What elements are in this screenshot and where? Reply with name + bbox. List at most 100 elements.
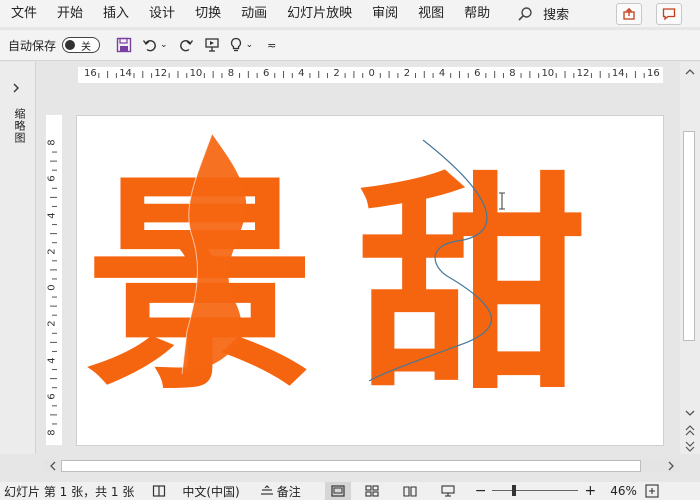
menu-transitions[interactable]: 切换 (184, 0, 230, 27)
scroll-left-icon[interactable] (46, 459, 60, 473)
menu-animations[interactable]: 动画 (230, 0, 276, 27)
scroll-right-icon[interactable] (664, 459, 678, 473)
start-slideshow-button[interactable] (202, 35, 222, 55)
menu-bar: 文件 开始 插入 设计 切换 动画 幻灯片放映 审阅 视图 帮助 搜索 (0, 0, 700, 27)
horizontal-ruler: 16 14 12 10 8 6 4 2 0 2 4 6 8 10 12 14 16 (78, 67, 663, 83)
h-ruler-label: 6 (474, 68, 481, 79)
autosave-state: 关 (81, 41, 92, 53)
scroll-up-icon[interactable] (680, 65, 700, 79)
h-ruler-label: 8 (509, 68, 516, 79)
thumbnail-panel: 缩略图 (0, 62, 36, 454)
undo-icon (142, 39, 156, 52)
menu-slideshow[interactable]: 幻灯片放映 (276, 0, 361, 27)
fit-window-icon (645, 484, 659, 498)
zoom-track (492, 490, 579, 491)
h-ruler-label: 16 (84, 68, 97, 79)
quick-access-toolbar: 自动保存 关 ⌄ ⌄ ≂ (0, 30, 700, 61)
v-ruler-label: 8 (46, 429, 58, 436)
v-ruler-label: 6 (46, 175, 58, 182)
autosave-toggle[interactable]: 关 (62, 37, 101, 53)
v-ruler-label: 6 (46, 393, 58, 400)
h-ruler-label: 12 (154, 68, 168, 79)
slide-sorter-icon (365, 485, 379, 497)
normal-view-icon (331, 485, 345, 497)
search-box[interactable]: 搜索 (517, 4, 569, 23)
slideshow-view-button[interactable] (441, 485, 455, 497)
h-ruler-label: 6 (262, 68, 270, 79)
expand-panel-icon[interactable] (12, 82, 20, 96)
tell-me-dropdown-icon[interactable]: ⌄ (246, 40, 254, 50)
v-ruler-label: 4 (46, 211, 58, 219)
slide-canvas[interactable]: 景 甜 (76, 115, 664, 446)
vertical-scrollbar[interactable] (680, 62, 700, 454)
h-ruler-label: 14 (119, 68, 132, 79)
share-icon (623, 7, 635, 20)
menu-view[interactable]: 视图 (407, 0, 453, 27)
h-ruler-label: 4 (438, 68, 446, 79)
h-ruler-label: 12 (576, 68, 590, 79)
zoom-in-button[interactable]: + (584, 483, 596, 499)
normal-view-button[interactable] (324, 482, 351, 500)
save-icon (116, 37, 132, 53)
menu-file[interactable]: 文件 (0, 0, 46, 27)
toggle-knob (65, 40, 76, 50)
h-ruler-label: 2 (403, 68, 411, 79)
menu-help[interactable]: 帮助 (453, 0, 499, 27)
autosave-label: 自动保存 (8, 38, 57, 53)
v-ruler-label: 4 (46, 356, 58, 364)
zoom-out-button[interactable]: − (475, 483, 487, 499)
undo-dropdown-icon[interactable]: ⌄ (160, 40, 168, 50)
zoom-thumb[interactable] (512, 485, 517, 496)
vertical-scroll-thumb[interactable] (683, 131, 695, 341)
presentation-icon (204, 38, 219, 52)
save-button[interactable] (114, 35, 134, 55)
horizontal-scrollbar[interactable] (44, 459, 680, 473)
h-ruler-label: 0 (368, 68, 375, 79)
zoom-level[interactable]: 46% (610, 484, 637, 498)
h-ruler-label: 8 (227, 68, 235, 79)
search-icon (518, 6, 532, 21)
redo-button[interactable] (176, 35, 196, 55)
language-indicator[interactable]: 中文(中国) (182, 483, 239, 500)
notes-button[interactable]: 备注 (260, 483, 301, 500)
comments-button[interactable] (656, 3, 682, 25)
glyph-tian[interactable]: 甜 (357, 154, 587, 421)
notes-icon (260, 485, 273, 495)
vertical-ruler: 8 6 4 2 0 2 4 6 8 (46, 115, 62, 445)
zoom-slider[interactable] (492, 484, 579, 498)
thumbnail-label: 缩略图 (13, 108, 26, 144)
h-ruler-label: 16 (647, 68, 660, 79)
v-ruler-label: 8 (46, 139, 58, 146)
fit-to-window-button[interactable] (645, 484, 659, 498)
v-ruler-label: 2 (46, 248, 58, 255)
accessibility-button[interactable] (152, 484, 166, 498)
previous-slide-icon[interactable] (680, 423, 700, 437)
menu-design[interactable]: 设计 (138, 0, 184, 27)
comment-icon (662, 8, 676, 21)
lightbulb-icon (230, 37, 241, 52)
redo-icon (179, 39, 193, 52)
menu-insert[interactable]: 插入 (92, 0, 138, 27)
v-ruler-label: 0 (46, 284, 58, 291)
tell-me-button[interactable] (226, 35, 246, 55)
h-ruler-label: 10 (541, 68, 555, 79)
notes-label: 备注 (276, 484, 301, 499)
reading-view-icon (403, 486, 417, 497)
scroll-down-icon[interactable] (680, 406, 700, 420)
h-ruler-label: 4 (298, 68, 305, 79)
undo-button[interactable] (140, 35, 160, 55)
next-slide-icon[interactable] (680, 439, 700, 453)
customize-toolbar-icon[interactable]: ≂ (267, 39, 276, 52)
slide-sorter-button[interactable] (365, 485, 379, 497)
h-ruler-label: 2 (333, 68, 340, 79)
menu-review[interactable]: 审阅 (361, 0, 407, 27)
h-ruler-label: 10 (189, 68, 203, 79)
share-button[interactable] (616, 3, 642, 25)
reading-view-button[interactable] (403, 485, 417, 497)
search-label: 搜索 (543, 8, 570, 23)
menu-home[interactable]: 开始 (46, 0, 92, 27)
v-ruler-label: 2 (46, 320, 58, 327)
accessibility-icon (153, 485, 166, 497)
horizontal-scroll-thumb[interactable] (61, 460, 641, 472)
status-bar: 幻灯片 第 1 张，共 1 张 中文(中国) 备注 − + 46% (0, 482, 700, 500)
